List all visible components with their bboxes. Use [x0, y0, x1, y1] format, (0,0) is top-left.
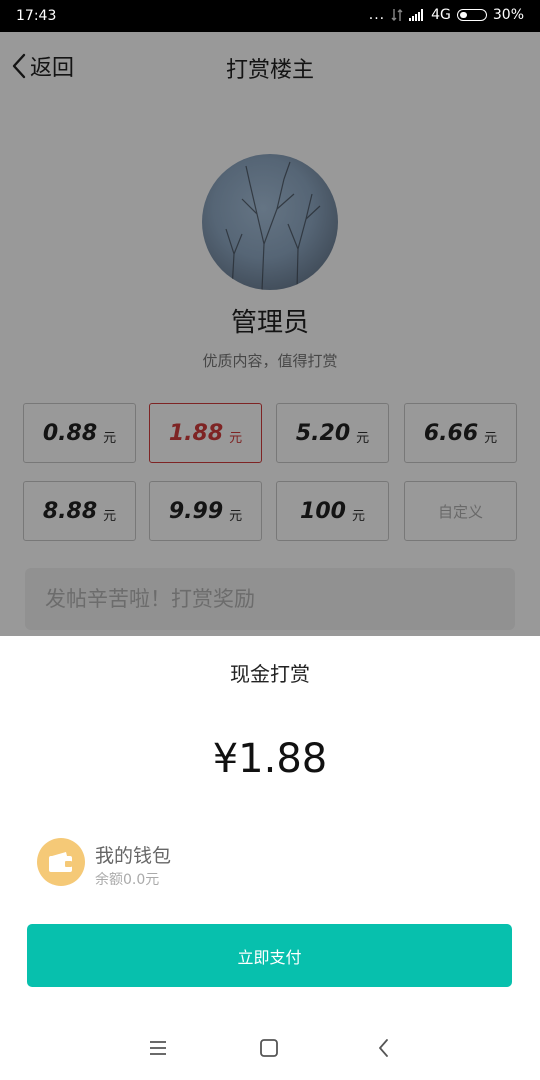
status-bar: 17:43 ... 4G 30% [0, 0, 540, 32]
wallet-name[interactable]: 我的钱包 [95, 841, 171, 868]
wallet-icon [37, 838, 85, 886]
battery-icon [456, 9, 487, 21]
menu-icon[interactable] [146, 1036, 170, 1060]
network-type: 4G [431, 7, 451, 23]
payment-amount: ¥1.88 [212, 736, 328, 782]
system-nav-bar [0, 1016, 540, 1080]
data-transfer-icon [391, 9, 403, 21]
home-icon[interactable] [257, 1036, 281, 1060]
dim-overlay[interactable] [0, 32, 540, 636]
sheet-title: 现金打赏 [230, 662, 310, 686]
payment-sheet: 现金打赏 ¥1.88 我的钱包 余额0.0元 立即支付 [0, 636, 540, 1016]
battery-level: 30% [492, 7, 524, 23]
notification-dots: ... [368, 7, 386, 23]
signal-icon [409, 9, 424, 21]
status-icons: ... 4G 30% [369, 7, 524, 23]
status-time: 17:43 [16, 8, 57, 24]
back-icon[interactable] [372, 1036, 396, 1060]
pay-now-button[interactable]: 立即支付 [27, 924, 512, 987]
wallet-balance: 余额0.0元 [95, 872, 160, 888]
